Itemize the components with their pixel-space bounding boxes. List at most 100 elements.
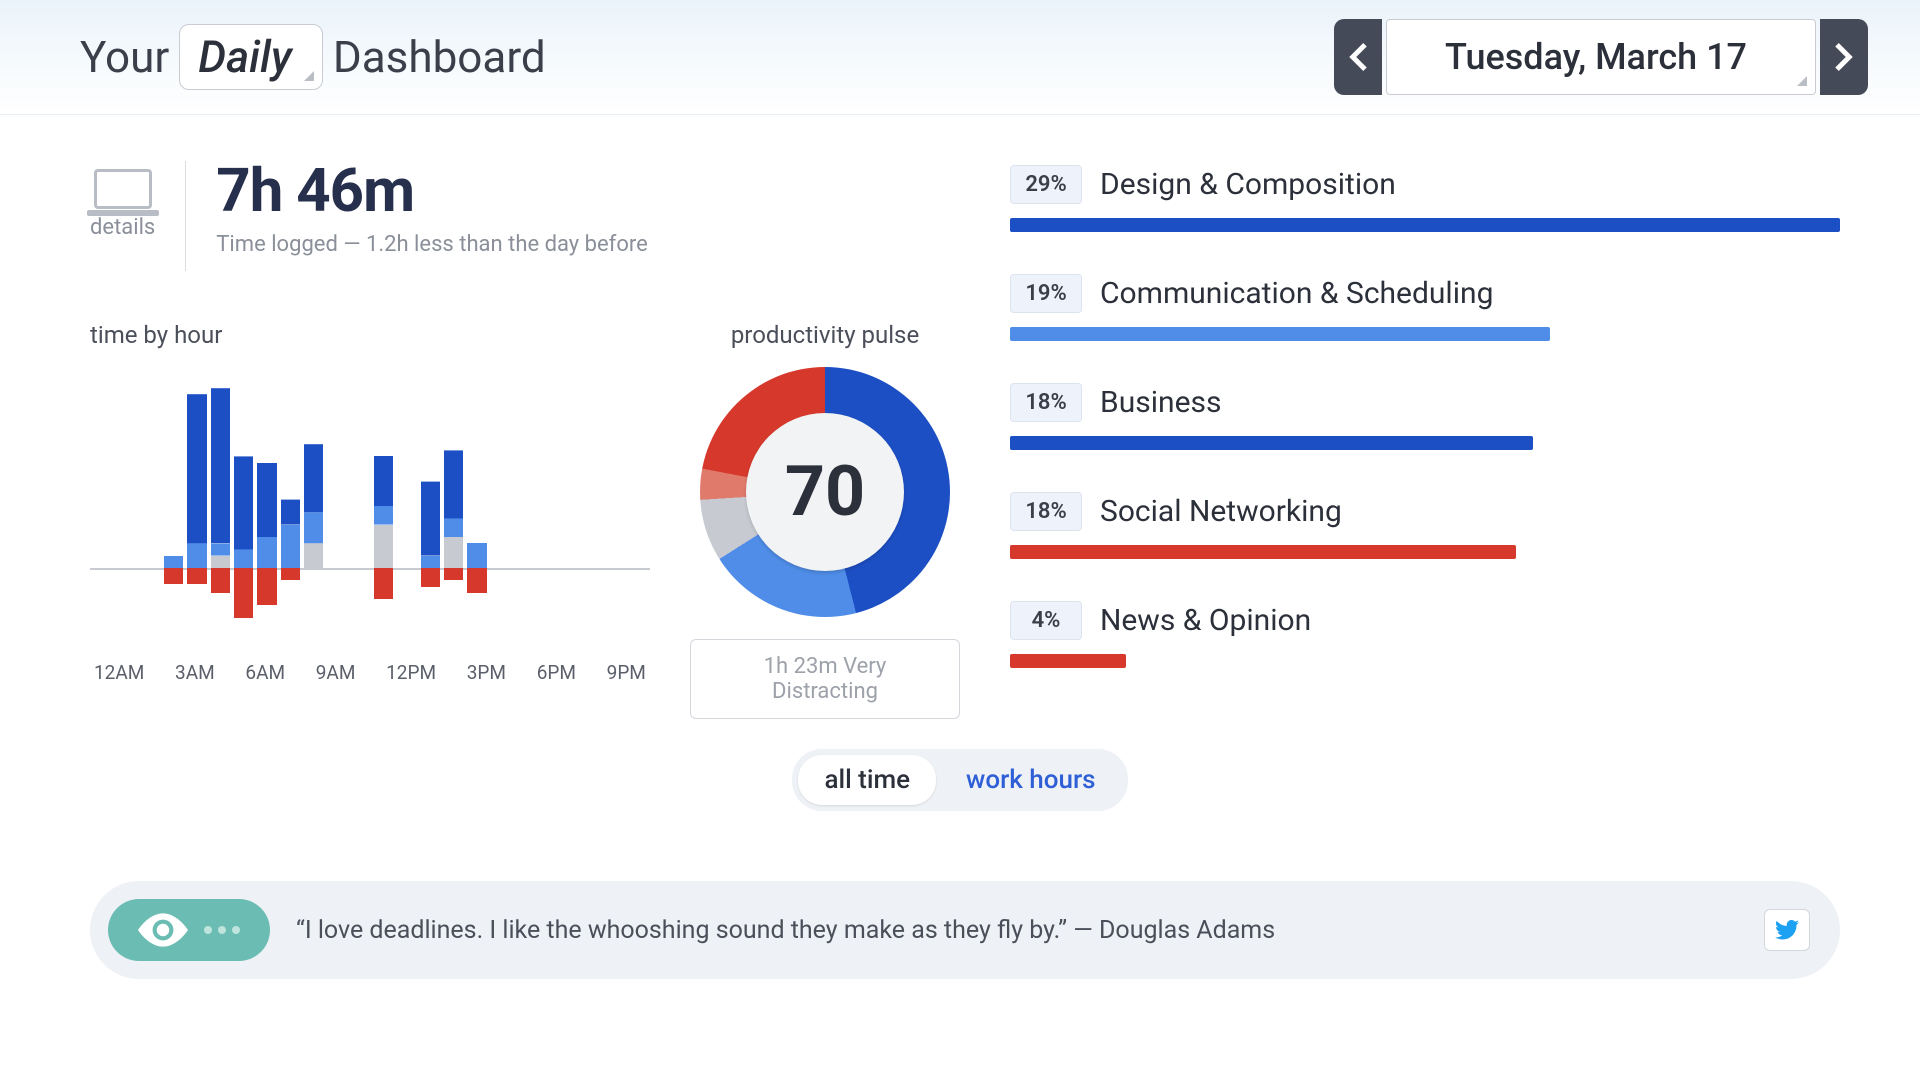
hour-bar[interactable] bbox=[164, 368, 183, 647]
time-by-hour-title: time by hour bbox=[90, 321, 650, 349]
summary-row: details 7h 46m Time logged — 1.2h less t… bbox=[90, 155, 960, 271]
dropdown-triangle-icon bbox=[304, 71, 314, 81]
pulse-score: 70 bbox=[746, 413, 904, 571]
pulse-caption[interactable]: 1h 23m Very Distracting bbox=[690, 639, 960, 719]
category-label: Communication & Scheduling bbox=[1100, 276, 1493, 311]
device-details-button[interactable]: details bbox=[90, 155, 155, 240]
hour-bar[interactable] bbox=[211, 368, 230, 647]
productivity-pulse-section: productivity pulse 70 1h 23m Very Distra… bbox=[690, 321, 960, 719]
eye-icon bbox=[138, 913, 188, 947]
time-scope-toggle: all time work hours bbox=[792, 749, 1127, 811]
next-day-button[interactable] bbox=[1820, 19, 1868, 95]
category-bar-track bbox=[1010, 545, 1840, 559]
x-axis-label: 12PM bbox=[386, 661, 436, 684]
dropdown-triangle-icon bbox=[1797, 76, 1807, 86]
insights-badge[interactable] bbox=[108, 899, 270, 961]
prev-day-button[interactable] bbox=[1334, 19, 1382, 95]
x-axis-label: 6PM bbox=[537, 661, 576, 684]
chevron-left-icon bbox=[1349, 43, 1367, 71]
hour-bar[interactable] bbox=[584, 368, 603, 647]
time-by-hour-section: time by hour 12AM3AM6AM9AM12PM3PM6PM9PM bbox=[90, 321, 650, 719]
hour-bar[interactable] bbox=[467, 368, 486, 647]
category-label: News & Opinion bbox=[1100, 603, 1311, 638]
toggle-work-hours[interactable]: work hours bbox=[940, 755, 1122, 805]
hour-bar[interactable] bbox=[397, 368, 416, 647]
tweet-button[interactable] bbox=[1764, 909, 1810, 951]
title-suffix: Dashboard bbox=[333, 31, 546, 83]
hour-bar[interactable] bbox=[561, 368, 580, 647]
x-axis-label: 9AM bbox=[316, 661, 356, 684]
category-bar bbox=[1010, 654, 1126, 668]
hour-bar[interactable] bbox=[327, 368, 346, 647]
category-bar bbox=[1010, 545, 1516, 559]
header: Your Daily Dashboard Tuesday, March 17 bbox=[0, 0, 1920, 115]
category-pct: 18% bbox=[1010, 492, 1082, 531]
hour-bar[interactable] bbox=[304, 368, 323, 647]
left-column: details 7h 46m Time logged — 1.2h less t… bbox=[90, 155, 960, 719]
category-row[interactable]: 18% Business bbox=[1010, 383, 1840, 450]
quote-text: “I love deadlines. I like the whooshing … bbox=[296, 916, 1738, 945]
time-by-hour-chart[interactable] bbox=[90, 367, 650, 647]
pulse-title: productivity pulse bbox=[690, 321, 960, 349]
hour-bar[interactable] bbox=[537, 368, 556, 647]
category-bar-track bbox=[1010, 654, 1840, 668]
category-pct: 19% bbox=[1010, 274, 1082, 313]
category-label: Social Networking bbox=[1100, 494, 1342, 529]
hour-bar[interactable] bbox=[607, 368, 626, 647]
more-dots-icon bbox=[204, 926, 240, 934]
category-label: Design & Composition bbox=[1100, 167, 1396, 202]
category-bar bbox=[1010, 218, 1840, 232]
period-selector[interactable]: Daily bbox=[179, 24, 323, 90]
category-pct: 18% bbox=[1010, 383, 1082, 422]
category-row[interactable]: 4% News & Opinion bbox=[1010, 601, 1840, 668]
date-navigator: Tuesday, March 17 bbox=[1334, 19, 1868, 95]
hour-bar[interactable] bbox=[421, 368, 440, 647]
quote-bar: “I love deadlines. I like the whooshing … bbox=[90, 881, 1840, 979]
x-axis-label: 6AM bbox=[245, 661, 285, 684]
chevron-right-icon bbox=[1835, 43, 1853, 71]
toggle-all-time[interactable]: all time bbox=[798, 755, 936, 805]
date-display[interactable]: Tuesday, March 17 bbox=[1386, 19, 1816, 95]
hour-bar[interactable] bbox=[141, 368, 160, 647]
hour-bar[interactable] bbox=[351, 368, 370, 647]
hour-bar[interactable] bbox=[94, 368, 113, 647]
main-content: details 7h 46m Time logged — 1.2h less t… bbox=[0, 115, 1920, 719]
time-scope-toggle-row: all time work hours bbox=[0, 749, 1920, 811]
category-bar-track bbox=[1010, 327, 1840, 341]
hour-bar[interactable] bbox=[234, 368, 253, 647]
device-label: details bbox=[90, 215, 155, 240]
total-time: 7h 46m Time logged — 1.2h less than the … bbox=[216, 155, 647, 257]
hour-bar[interactable] bbox=[187, 368, 206, 647]
x-axis-label: 12AM bbox=[94, 661, 144, 684]
twitter-icon bbox=[1775, 920, 1799, 940]
hour-bar[interactable] bbox=[631, 368, 650, 647]
category-row[interactable]: 29% Design & Composition bbox=[1010, 165, 1840, 232]
category-row[interactable]: 19% Communication & Scheduling bbox=[1010, 274, 1840, 341]
category-row[interactable]: 18% Social Networking bbox=[1010, 492, 1840, 559]
category-bar-track bbox=[1010, 436, 1840, 450]
hour-bar[interactable] bbox=[491, 368, 510, 647]
hour-bar[interactable] bbox=[117, 368, 136, 647]
category-pct: 4% bbox=[1010, 601, 1082, 640]
title-prefix: Your bbox=[80, 31, 169, 83]
hour-bar[interactable] bbox=[374, 368, 393, 647]
category-label: Business bbox=[1100, 385, 1221, 420]
hour-bar[interactable] bbox=[444, 368, 463, 647]
category-bar bbox=[1010, 327, 1550, 341]
divider bbox=[185, 161, 186, 271]
date-value: Tuesday, March 17 bbox=[1445, 36, 1747, 78]
category-bar bbox=[1010, 436, 1533, 450]
total-time-value: 7h 46m bbox=[216, 155, 647, 226]
x-axis-label: 3PM bbox=[467, 661, 506, 684]
hour-bar[interactable] bbox=[514, 368, 533, 647]
category-pct: 29% bbox=[1010, 165, 1082, 204]
charts-row: time by hour 12AM3AM6AM9AM12PM3PM6PM9PM … bbox=[90, 321, 960, 719]
chart-x-axis: 12AM3AM6AM9AM12PM3PM6PM9PM bbox=[90, 661, 650, 684]
hour-bar[interactable] bbox=[281, 368, 300, 647]
dashboard-title: Your Daily Dashboard bbox=[80, 24, 546, 90]
laptop-icon bbox=[94, 169, 152, 209]
pulse-donut-chart[interactable]: 70 bbox=[700, 367, 950, 617]
hour-bar[interactable] bbox=[257, 368, 276, 647]
x-axis-label: 3AM bbox=[175, 661, 215, 684]
category-bar-track bbox=[1010, 218, 1840, 232]
